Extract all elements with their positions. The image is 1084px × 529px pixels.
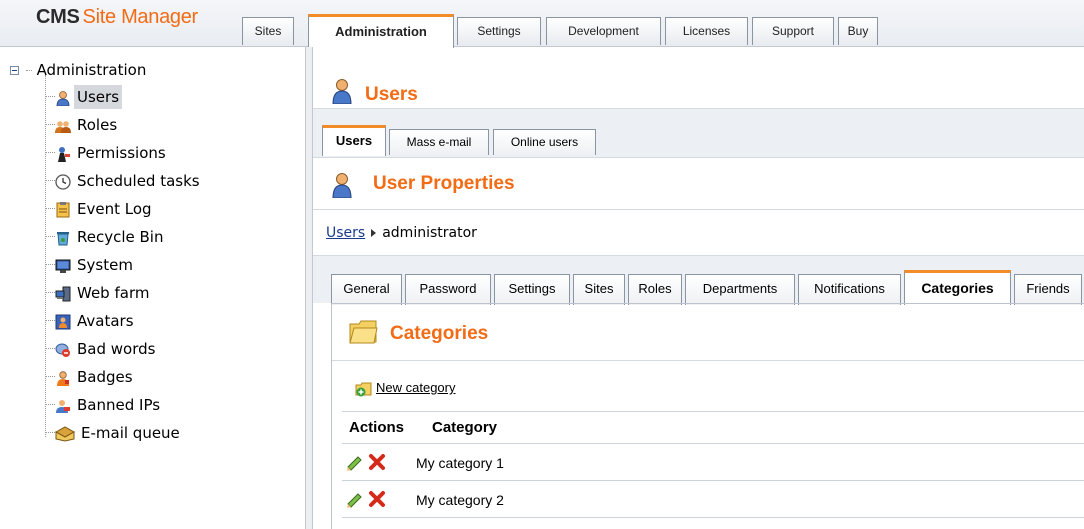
email-queue-icon bbox=[55, 426, 75, 442]
categories-panel: Categories New category Actions Category… bbox=[331, 303, 1084, 529]
delete-icon[interactable] bbox=[368, 453, 386, 471]
tab-notifications[interactable]: Notifications bbox=[798, 274, 901, 305]
category-name: My category 2 bbox=[416, 492, 504, 508]
category-name: My category 1 bbox=[416, 455, 504, 471]
panel-splitter[interactable] bbox=[305, 47, 313, 529]
tab-licenses[interactable]: Licenses bbox=[665, 17, 748, 45]
tab-categories[interactable]: Categories bbox=[904, 270, 1011, 305]
tab-online-users[interactable]: Online users bbox=[493, 129, 596, 155]
bad-words-icon bbox=[55, 343, 70, 357]
tab-password[interactable]: Password bbox=[405, 274, 491, 305]
badge-icon bbox=[57, 371, 69, 386]
tab-sites[interactable]: Sites bbox=[573, 274, 625, 305]
roles-icon bbox=[55, 121, 71, 133]
clock-icon bbox=[55, 174, 71, 190]
section-header: Users bbox=[313, 60, 1084, 110]
collapse-icon[interactable] bbox=[10, 66, 19, 75]
event-log-icon bbox=[56, 202, 70, 218]
tab-users[interactable]: Users bbox=[322, 125, 386, 156]
monitor-icon bbox=[55, 259, 71, 273]
tree-item-label: Web farm bbox=[77, 284, 150, 302]
tree-item-label: Permissions bbox=[77, 144, 166, 162]
tree-item-label: Recycle Bin bbox=[77, 228, 164, 246]
edit-icon[interactable] bbox=[346, 490, 364, 508]
avatar-icon bbox=[55, 314, 71, 330]
tab-administration[interactable]: Administration bbox=[308, 14, 454, 48]
tab-general[interactable]: General bbox=[331, 274, 402, 305]
edit-icon[interactable] bbox=[346, 453, 364, 471]
grid-header: Actions Category bbox=[342, 411, 1084, 444]
logo-cms: CMS bbox=[36, 6, 80, 28]
top-bar: CMS Site Manager Sites Administration Set… bbox=[0, 0, 1084, 48]
tree-item-label: Avatars bbox=[77, 312, 134, 330]
breadcrumb-users-link[interactable]: Users bbox=[326, 225, 365, 241]
permissions-icon bbox=[58, 147, 70, 162]
tab-support[interactable]: Support bbox=[752, 17, 834, 45]
section-title: Users bbox=[365, 84, 418, 105]
tree-item-label: System bbox=[77, 256, 133, 274]
user-icon bbox=[56, 91, 70, 106]
logo: CMS Site Manager bbox=[36, 6, 198, 29]
tab-departments[interactable]: Departments bbox=[685, 274, 795, 305]
user-properties-title: User Properties bbox=[373, 173, 515, 194]
new-category-action[interactable]: New category bbox=[355, 380, 455, 397]
tree-root-label: Administration bbox=[36, 61, 147, 79]
tree-connector bbox=[25, 70, 32, 71]
delete-icon[interactable] bbox=[368, 490, 386, 508]
breadcrumb-current: administrator bbox=[382, 225, 477, 241]
user-icon bbox=[332, 79, 352, 104]
user-properties-header: User Properties bbox=[313, 158, 1084, 210]
tab-development[interactable]: Development bbox=[546, 17, 661, 45]
row-actions bbox=[346, 453, 386, 473]
recycle-bin-icon bbox=[57, 232, 69, 246]
main-content: Users Users Mass e-mail Online users Use… bbox=[313, 47, 1084, 529]
column-header-category: Category bbox=[432, 419, 498, 436]
breadcrumb: Users administrator bbox=[326, 225, 477, 241]
tab-friends[interactable]: Friends bbox=[1014, 274, 1082, 305]
tab-buy[interactable]: Buy bbox=[838, 17, 878, 45]
user-icon bbox=[332, 173, 352, 198]
new-category-link[interactable]: New category bbox=[376, 380, 455, 395]
tree-item-label: Bad words bbox=[77, 340, 156, 358]
admin-tree: Administration Users Roles Permissions S… bbox=[0, 57, 305, 529]
new-folder-icon bbox=[355, 382, 372, 397]
table-row: My category 1 bbox=[342, 444, 1084, 481]
tree-root[interactable]: Administration bbox=[10, 61, 146, 79]
categories-title: Categories bbox=[390, 323, 489, 344]
tree-item-label: Event Log bbox=[77, 200, 152, 218]
web-farm-icon bbox=[55, 286, 71, 302]
row-actions bbox=[346, 490, 386, 510]
user-property-tabs: General Password Settings Sites Roles De… bbox=[313, 255, 1084, 305]
tree-item-label: E-mail queue bbox=[81, 424, 180, 442]
users-subtabs: Users Mass e-mail Online users bbox=[313, 108, 1084, 158]
tree-line bbox=[45, 75, 46, 437]
tab-sites[interactable]: Sites bbox=[242, 17, 294, 45]
banned-ip-icon bbox=[56, 400, 70, 413]
tab-roles[interactable]: Roles bbox=[628, 274, 682, 305]
tab-mass-email[interactable]: Mass e-mail bbox=[389, 129, 489, 155]
table-row: My category 2 bbox=[342, 481, 1084, 518]
categories-header: Categories bbox=[332, 304, 1084, 361]
tree-item-label: Roles bbox=[77, 116, 118, 134]
tree-item-label: Scheduled tasks bbox=[77, 172, 200, 190]
column-header-actions: Actions bbox=[349, 419, 405, 436]
tab-settings[interactable]: Settings bbox=[457, 17, 541, 45]
tree-item-label: Users bbox=[74, 85, 123, 109]
tab-settings[interactable]: Settings bbox=[494, 274, 570, 305]
logo-site-manager: Site Manager bbox=[82, 6, 199, 28]
tree-item-label: Banned IPs bbox=[77, 396, 161, 414]
tree-item-label: Badges bbox=[77, 368, 133, 386]
breadcrumb-arrow-icon bbox=[371, 229, 377, 237]
folder-icon bbox=[349, 320, 378, 344]
